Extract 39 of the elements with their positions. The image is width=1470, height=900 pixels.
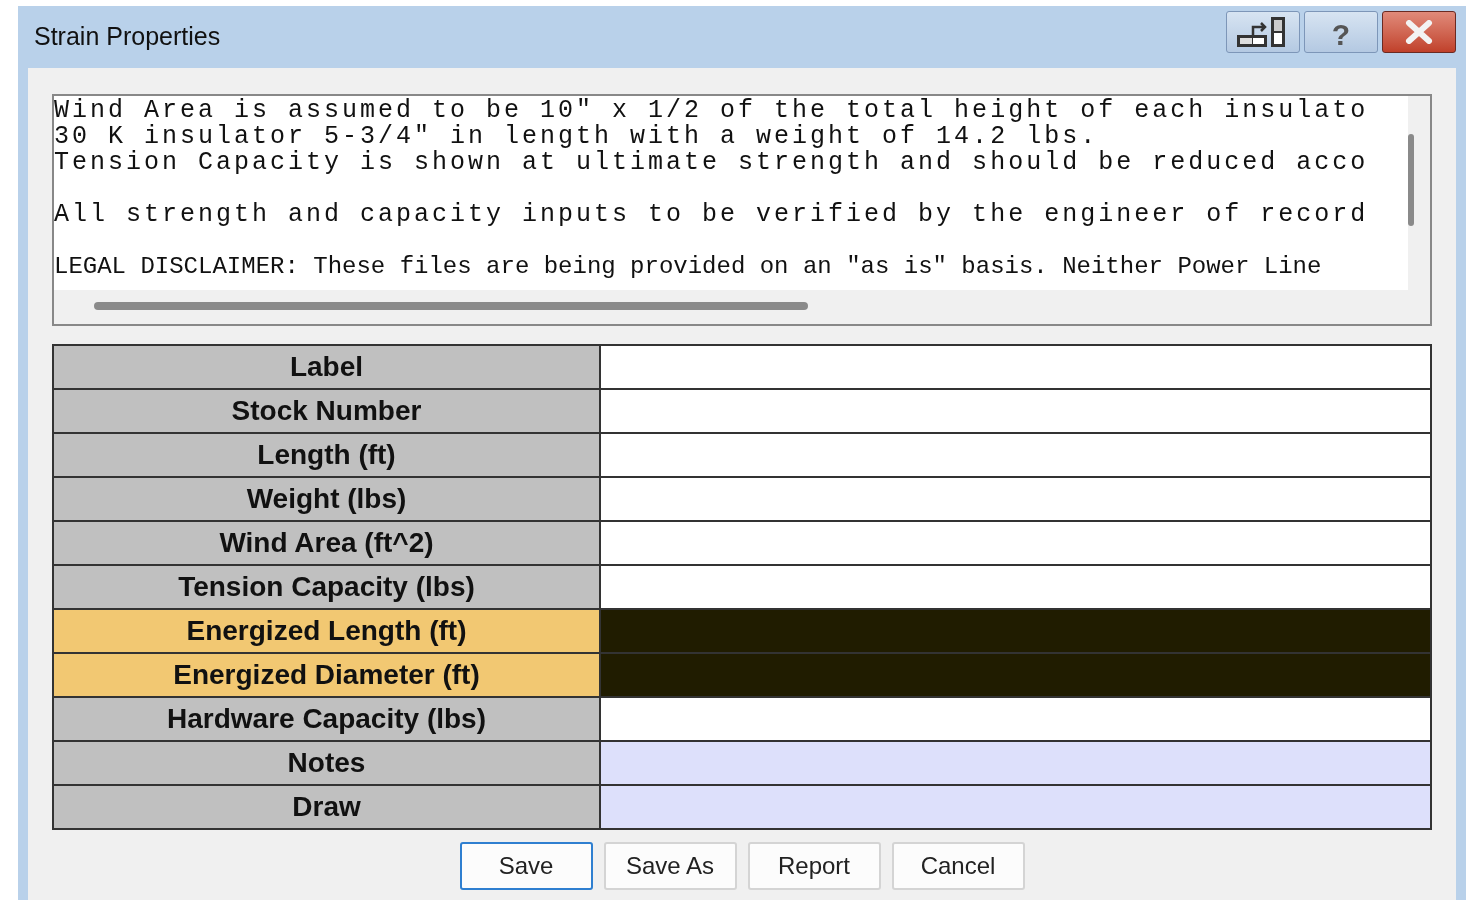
- dialog-button[interactable]: Save As: [603, 842, 737, 890]
- property-label: Notes: [54, 742, 599, 784]
- value-field[interactable]: [601, 786, 1430, 828]
- close-icon: [1405, 20, 1433, 44]
- notes-line: LEGAL DISCLAIMER: These files are being provided on an "as is" basis. Neither Power Line: [54, 254, 1323, 280]
- value-field[interactable]: [601, 698, 1430, 740]
- value-field[interactable]: [601, 654, 1430, 696]
- dialog-button[interactable]: Cancel: [891, 842, 1025, 890]
- dialog-button[interactable]: Report: [747, 842, 881, 890]
- notes-line: Wind Area is assumed to be 10" x 1/2 of the total height of each insulato: [54, 98, 1370, 124]
- notes-line: All strength and capacity inputs to be verified by the engineer of record: [54, 202, 1370, 228]
- value-field[interactable]: [601, 742, 1430, 784]
- property-label: Label: [54, 346, 599, 388]
- property-label: Wind Area (ft^2): [54, 522, 599, 564]
- close-button[interactable]: [1382, 11, 1456, 53]
- property-label: Tension Capacity (lbs): [54, 566, 599, 608]
- notes-line: 30 K insulator 5-3/4" in length with a weight of 14.2 lbs.: [54, 124, 1100, 150]
- value-field[interactable]: [601, 610, 1430, 652]
- property-label: Weight (lbs): [54, 478, 599, 520]
- help-button[interactable]: ?: [1304, 11, 1378, 53]
- value-field[interactable]: [601, 390, 1430, 432]
- vertical-scrollbar[interactable]: [1408, 134, 1414, 226]
- value-field[interactable]: [601, 566, 1430, 608]
- value-field[interactable]: [601, 434, 1430, 476]
- horizontal-scrollbar[interactable]: [94, 302, 808, 310]
- value-field[interactable]: [601, 522, 1430, 564]
- notes-line: Tension Capacity is shown at ultimate strength and should be reduced acco: [54, 150, 1370, 176]
- property-label: Energized Length (ft): [54, 610, 599, 652]
- dialog-button[interactable]: Save: [459, 842, 593, 890]
- value-field[interactable]: [601, 346, 1430, 388]
- window-title: Strain Properties: [34, 21, 222, 53]
- layout-button[interactable]: [1226, 11, 1300, 53]
- property-label: Length (ft): [54, 434, 599, 476]
- property-label: Draw: [54, 786, 599, 828]
- notes-text-area[interactable]: [52, 94, 1432, 326]
- property-label: Stock Number: [54, 390, 599, 432]
- value-field[interactable]: [601, 478, 1430, 520]
- property-label: Hardware Capacity (lbs): [54, 698, 599, 740]
- property-label: Energized Diameter (ft): [54, 654, 599, 696]
